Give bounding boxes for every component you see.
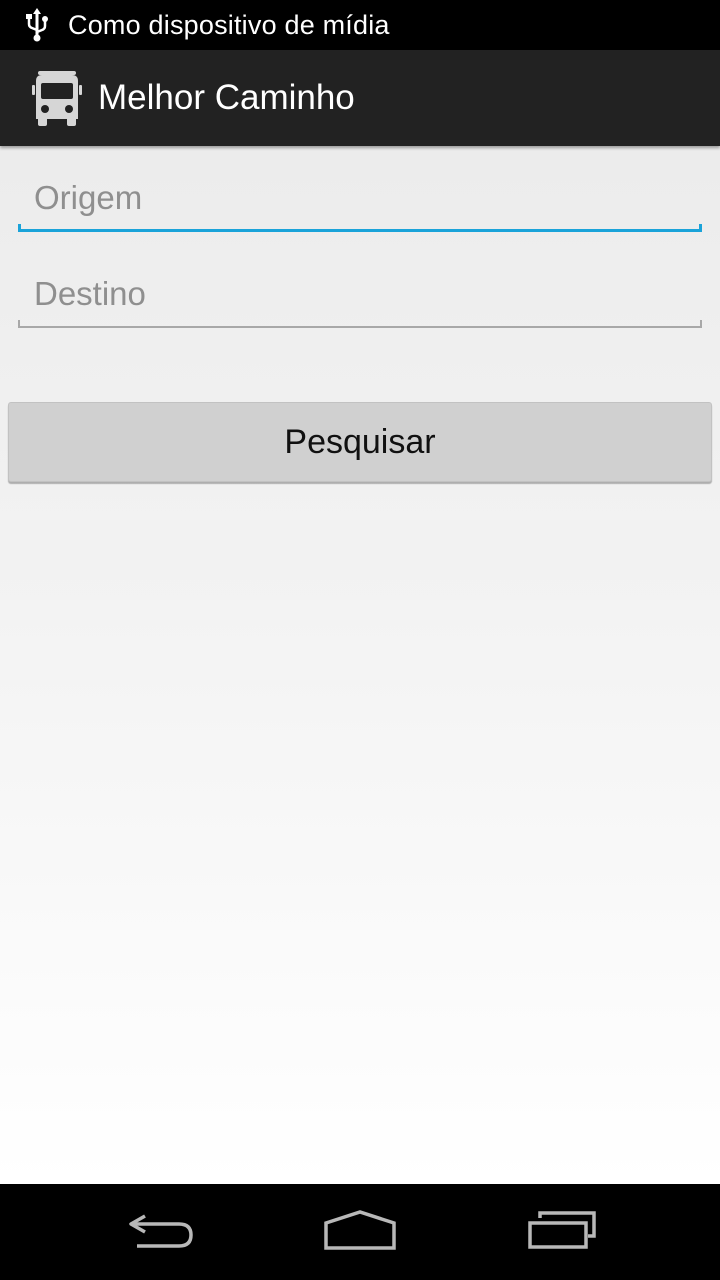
bus-icon[interactable] [32, 69, 82, 127]
origin-input-underline [18, 224, 702, 232]
home-icon [322, 1209, 398, 1256]
main-content: Pesquisar [0, 146, 720, 1184]
recents-icon [526, 1210, 598, 1255]
origin-input[interactable] [18, 162, 702, 232]
destination-field-container [18, 258, 702, 328]
origin-field-container [18, 162, 702, 232]
navigation-bar [0, 1184, 720, 1280]
search-button[interactable]: Pesquisar [8, 402, 712, 482]
back-icon [125, 1210, 195, 1255]
status-bar: Como dispositivo de mídia [0, 0, 720, 50]
usb-icon [24, 8, 50, 42]
home-button[interactable] [300, 1184, 420, 1280]
status-notification-text: Como dispositivo de mídia [68, 9, 390, 40]
destination-input[interactable] [18, 258, 702, 328]
destination-input-underline [18, 320, 702, 328]
page-title: Melhor Caminho [98, 78, 355, 117]
action-bar: Melhor Caminho [0, 50, 720, 146]
back-button[interactable] [100, 1184, 220, 1280]
recents-button[interactable] [502, 1184, 622, 1280]
